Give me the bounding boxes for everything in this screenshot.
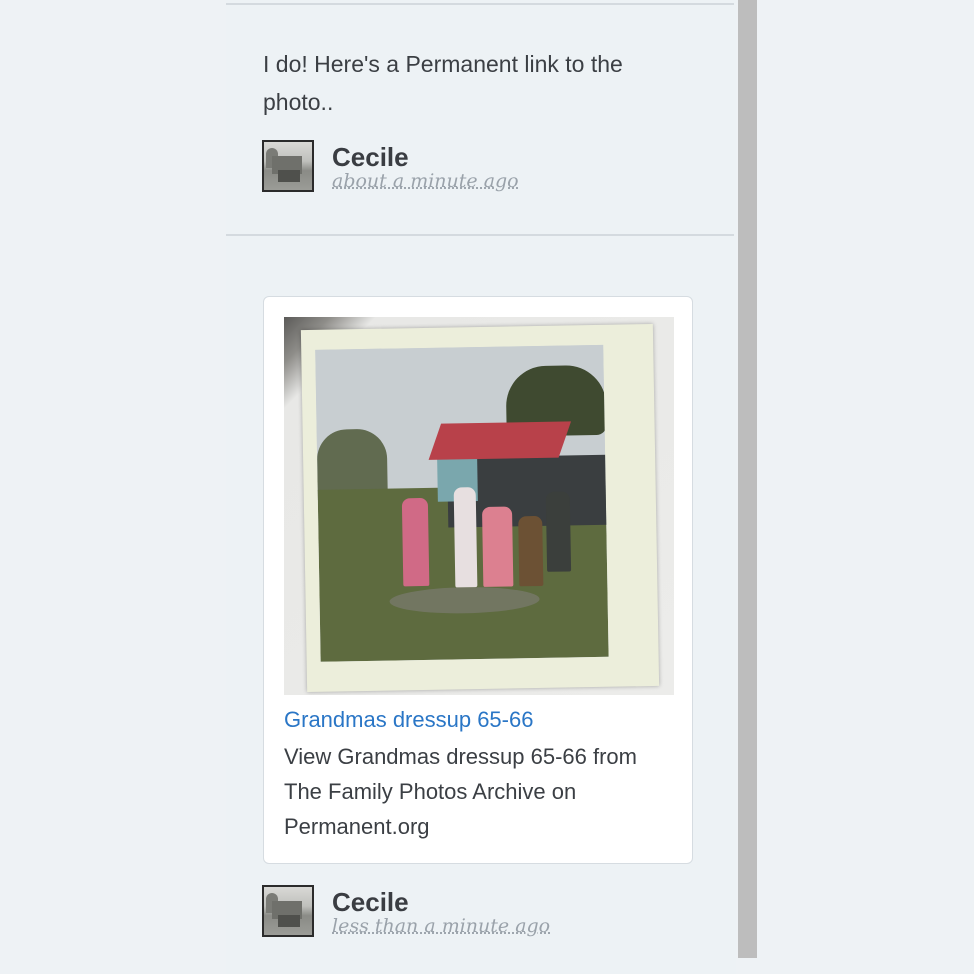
link-preview-description: View Grandmas dressup 65-66 from The Fam… bbox=[284, 744, 637, 839]
family-photo bbox=[315, 344, 609, 662]
link-preview-image[interactable] bbox=[284, 317, 674, 695]
message-text: I do! Here's a Permanent link to the pho… bbox=[263, 51, 623, 115]
author-row: Cecile less than a minute ago bbox=[262, 885, 662, 943]
link-preview-title[interactable]: Grandmas dressup 65-66 bbox=[284, 707, 533, 733]
scrollbar[interactable] bbox=[738, 0, 757, 958]
divider bbox=[226, 3, 734, 5]
author-row: Cecile about a minute ago bbox=[262, 140, 662, 198]
message-feed[interactable]: I do! Here's a Permanent link to the pho… bbox=[226, 0, 736, 974]
polaroid-frame bbox=[300, 323, 660, 693]
link-preview-card[interactable]: Grandmas dressup 65-66 View Grandmas dre… bbox=[263, 296, 693, 864]
timestamp[interactable]: less than a minute ago bbox=[332, 915, 550, 937]
avatar-photo-icon[interactable] bbox=[262, 140, 314, 192]
avatar-photo-icon[interactable] bbox=[262, 885, 314, 937]
timestamp[interactable]: about a minute ago bbox=[332, 170, 519, 192]
author-name[interactable]: Cecile bbox=[332, 887, 409, 918]
page: I do! Here's a Permanent link to the pho… bbox=[0, 0, 974, 974]
divider bbox=[226, 234, 734, 236]
author-name[interactable]: Cecile bbox=[332, 142, 409, 173]
